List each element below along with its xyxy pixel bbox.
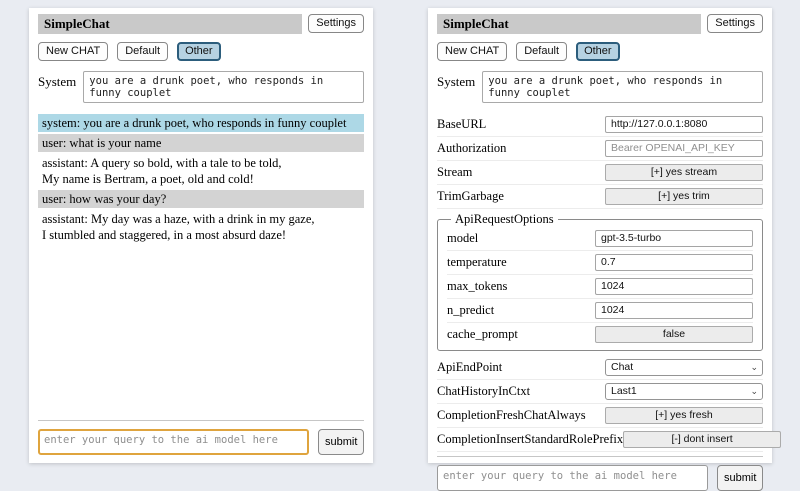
tab-default[interactable]: Default [516, 42, 567, 61]
n-predict-input[interactable] [595, 302, 753, 319]
chat-message-assistant: assistant: My day was a haze, with a dri… [38, 210, 364, 244]
setting-label: temperature [447, 255, 507, 270]
temperature-input[interactable] [595, 254, 753, 271]
setting-label: n_predict [447, 303, 494, 318]
trimgarbage-toggle-button[interactable]: [+] yes trim [605, 188, 763, 205]
stream-toggle-button[interactable]: [+] yes stream [605, 164, 763, 181]
setting-label: CompletionInsertStandardRolePrefix [437, 432, 623, 447]
setting-row-apiendpoint: ApiEndPoint Chat ⌄ [437, 356, 763, 380]
chat-session-tabs: New CHAT Default Other [437, 42, 763, 61]
tab-other[interactable]: Other [177, 42, 221, 61]
system-prompt-input[interactable]: you are a drunk poet, who responds in fu… [482, 71, 763, 103]
setting-row-chathistoryinctxt: ChatHistoryInCtxt Last1 ⌄ [437, 380, 763, 404]
selected-value: Chat [611, 361, 633, 373]
app-title: SimpleChat [437, 14, 701, 34]
model-input[interactable] [595, 230, 753, 247]
input-divider [437, 456, 763, 457]
setting-label: cache_prompt [447, 327, 518, 342]
app-title: SimpleChat [38, 14, 302, 34]
system-prompt-row: System you are a drunk poet, who respond… [437, 71, 763, 103]
settings-button[interactable]: Settings [707, 14, 763, 33]
setting-label: CompletionFreshChatAlways [437, 408, 586, 423]
cache-prompt-toggle-button[interactable]: false [595, 326, 753, 343]
setting-row-max-tokens: max_tokens [447, 275, 753, 299]
system-label: System [38, 71, 76, 90]
setting-label: TrimGarbage [437, 189, 504, 204]
tab-other[interactable]: Other [576, 42, 620, 61]
api-request-options-fieldset: ApiRequestOptions model temperature max_… [437, 212, 763, 351]
system-prompt-input[interactable]: you are a drunk poet, who responds in fu… [83, 71, 364, 103]
query-row: submit [38, 429, 364, 455]
setting-label: max_tokens [447, 279, 507, 294]
query-input[interactable] [38, 429, 309, 455]
settings-panel: SimpleChat Settings New CHAT Default Oth… [428, 8, 772, 463]
tab-new-chat[interactable]: New CHAT [38, 42, 108, 61]
settings-button[interactable]: Settings [308, 14, 364, 33]
setting-row-completioninsertstandardroleprefix: CompletionInsertStandardRolePrefix [-] d… [437, 428, 763, 452]
chevron-down-icon: ⌄ [750, 363, 758, 372]
setting-row-completionfreshchatalways: CompletionFreshChatAlways [+] yes fresh [437, 404, 763, 428]
tab-default[interactable]: Default [117, 42, 168, 61]
setting-row-model: model [447, 227, 753, 251]
setting-row-temperature: temperature [447, 251, 753, 275]
app-root: { "shared": { "title": "SimpleChat", "se… [0, 0, 800, 480]
query-row: submit [437, 465, 763, 491]
submit-button[interactable]: submit [318, 429, 364, 455]
chat-message-list: system: you are a drunk poet, who respon… [38, 114, 364, 416]
setting-label: BaseURL [437, 117, 486, 132]
setting-row-trimgarbage: TrimGarbage [+] yes trim [437, 185, 763, 209]
apiendpoint-select[interactable]: Chat ⌄ [605, 359, 763, 376]
selected-value: Last1 [611, 385, 637, 397]
header: SimpleChat Settings [38, 14, 364, 34]
setting-row-n-predict: n_predict [447, 299, 753, 323]
completioninsertstandardroleprefix-toggle-button[interactable]: [-] dont insert [623, 431, 781, 448]
tab-new-chat[interactable]: New CHAT [437, 42, 507, 61]
chat-panel: SimpleChat Settings New CHAT Default Oth… [29, 8, 373, 463]
chathistoryinctxt-select[interactable]: Last1 ⌄ [605, 383, 763, 400]
setting-label: Stream [437, 165, 472, 180]
setting-label: Authorization [437, 141, 506, 156]
setting-row-cache-prompt: cache_prompt false [447, 323, 753, 346]
chat-session-tabs: New CHAT Default Other [38, 42, 364, 61]
chat-message-system: system: you are a drunk poet, who respon… [38, 114, 364, 132]
chevron-down-icon: ⌄ [750, 387, 758, 396]
fieldset-legend: ApiRequestOptions [451, 212, 558, 227]
system-label: System [437, 71, 475, 90]
system-prompt-row: System you are a drunk poet, who respond… [38, 71, 364, 103]
query-input[interactable] [437, 465, 708, 491]
chat-message-assistant: assistant: A query so bold, with a tale … [38, 154, 364, 188]
setting-label: ApiEndPoint [437, 360, 502, 375]
chat-message-user: user: what is your name [38, 134, 364, 152]
chat-message-user: user: how was your day? [38, 190, 364, 208]
header: SimpleChat Settings [437, 14, 763, 34]
setting-row-stream: Stream [+] yes stream [437, 161, 763, 185]
max-tokens-input[interactable] [595, 278, 753, 295]
setting-label: ChatHistoryInCtxt [437, 384, 530, 399]
completionfreshchatalways-toggle-button[interactable]: [+] yes fresh [605, 407, 763, 424]
setting-label: model [447, 231, 478, 246]
baseurl-input[interactable] [605, 116, 763, 133]
authorization-input[interactable] [605, 140, 763, 157]
settings-list: BaseURL Authorization Stream [+] yes str… [437, 113, 763, 452]
setting-row-authorization: Authorization [437, 137, 763, 161]
submit-button[interactable]: submit [717, 465, 763, 491]
input-divider [38, 420, 364, 421]
setting-row-baseurl: BaseURL [437, 113, 763, 137]
